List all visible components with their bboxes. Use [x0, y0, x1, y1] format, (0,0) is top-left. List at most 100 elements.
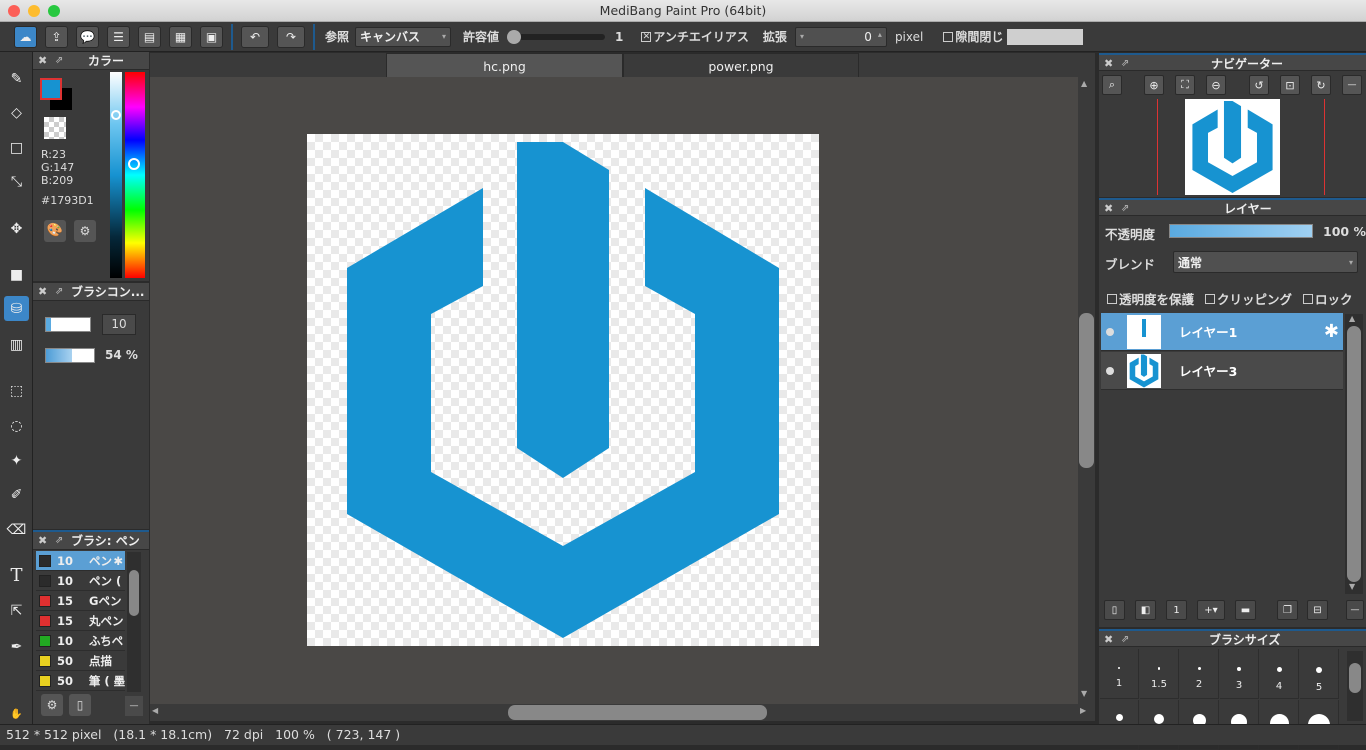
add-layer-menu-icon[interactable]: +▾ — [1197, 600, 1225, 620]
gap-close-checkbox[interactable]: 隙間閉じ — [943, 28, 1003, 45]
slider-handle[interactable] — [507, 29, 522, 44]
popout-icon[interactable]: ⇗ — [55, 52, 63, 70]
blend-select[interactable]: 通常 ▾ — [1173, 251, 1358, 273]
fit-screen-icon[interactable]: ⛶ — [1175, 75, 1195, 95]
brush-settings-gear-icon[interactable]: ✱ — [113, 554, 123, 568]
new-brush-icon[interactable]: ▯ — [69, 694, 91, 716]
canvas-horizontal-scrollbar[interactable]: ◀ ▶ — [150, 704, 1095, 721]
share-icon[interactable]: ⇪ — [45, 25, 68, 48]
palette-icon[interactable]: 🎨 — [44, 220, 66, 242]
close-icon[interactable]: ✖ — [38, 532, 47, 550]
brush-size-scrollbar[interactable] — [1347, 651, 1363, 721]
select-pen-tool-icon[interactable]: ✐ — [4, 482, 29, 507]
zoom-window-button[interactable] — [48, 5, 60, 17]
layer-visibility-icon[interactable] — [1106, 327, 1114, 336]
horizontal-scroll-thumb[interactable] — [508, 705, 767, 720]
new-halftone-layer-icon[interactable]: ◧ — [1135, 600, 1156, 620]
lightness-bar[interactable] — [110, 72, 122, 278]
layer-name[interactable]: レイヤー3 — [1179, 361, 1237, 380]
tolerance-slider[interactable] — [507, 29, 606, 44]
clipping-checkbox[interactable]: クリッピング — [1205, 289, 1292, 308]
brush-list-item[interactable]: 50 筆 ( 墨 — [36, 671, 125, 691]
zoom-out-icon[interactable]: ⊖ — [1206, 75, 1226, 95]
transparent-swatch[interactable] — [44, 117, 66, 139]
close-icon[interactable]: ✖ — [38, 283, 47, 301]
brush-size-cell[interactable]: 4 — [1260, 649, 1299, 699]
reset-view-icon[interactable]: ⊡ — [1280, 75, 1300, 95]
text-tool-icon[interactable]: T — [4, 563, 29, 588]
layer-visibility-icon[interactable] — [1106, 366, 1114, 375]
canvas-vertical-scrollbar[interactable]: ▲ ▼ — [1078, 77, 1095, 704]
gap-close-slider[interactable] — [1007, 28, 1084, 45]
undo-icon[interactable]: ↶ — [241, 25, 269, 48]
eyedropper-tool-icon[interactable]: ✒ — [4, 634, 29, 659]
brush-size-cell[interactable]: 5 — [1300, 649, 1339, 699]
lasso-tool-icon[interactable]: ◌ — [4, 413, 29, 438]
layer-opacity-slider[interactable] — [1169, 224, 1313, 238]
lock-checkbox[interactable]: ロック — [1303, 289, 1353, 308]
folder-icon[interactable]: ▬ — [1235, 600, 1256, 620]
reference-select[interactable]: キャンバス ▾ — [355, 26, 452, 47]
eraser-tool-icon[interactable]: ◇ — [4, 100, 29, 125]
layer-list-scrollbar[interactable]: ▲ ▼ — [1345, 314, 1363, 594]
operation-tool-icon[interactable]: ⇱ — [4, 598, 29, 623]
bucket-tool-icon[interactable]: ⛁ — [4, 296, 29, 321]
brush-size-slider[interactable] — [45, 317, 91, 332]
brush-list-item[interactable]: 15 丸ペン — [36, 611, 125, 631]
list-icon[interactable]: ▦ — [169, 25, 192, 48]
zoom-in-icon[interactable]: ⊕ — [1144, 75, 1164, 95]
popout-icon[interactable]: ⇗ — [55, 283, 63, 301]
minimize-window-button[interactable] — [28, 5, 40, 17]
antialias-checkbox[interactable]: ✕ アンチエイリアス — [641, 28, 749, 45]
select-eraser-tool-icon[interactable]: ⌫ — [4, 517, 29, 542]
select-tool-icon[interactable]: ⬚ — [4, 378, 29, 403]
new-layer-icon[interactable]: ▯ — [1104, 600, 1125, 620]
layer-menu-icon[interactable]: — — [1346, 600, 1364, 620]
layer-name[interactable]: レイヤー1 — [1179, 322, 1237, 341]
cloud-icon[interactable]: ☁ — [14, 25, 37, 48]
hue-bar[interactable] — [125, 72, 145, 278]
redo-icon[interactable]: ↷ — [277, 25, 305, 48]
add-brush-icon[interactable]: ⚙ — [41, 694, 63, 716]
shape-fill-tool-icon[interactable]: ■ — [4, 262, 29, 287]
magic-wand-tool-icon[interactable]: ✦ — [4, 448, 29, 473]
expand-stepper[interactable]: ▾ 0 ▴ — [794, 26, 887, 47]
brush-list-item[interactable]: 10 ペン ( — [36, 571, 125, 591]
new-1bit-layer-icon[interactable]: 1 — [1166, 600, 1187, 620]
tab-power[interactable]: power.png — [623, 53, 859, 77]
brush-size-cell[interactable]: 3 — [1220, 649, 1259, 699]
layer-row-1[interactable]: レイヤー1 ✱ — [1101, 313, 1343, 351]
checklist-icon[interactable]: ▣ — [200, 25, 223, 48]
comment-icon[interactable]: 💬 — [76, 25, 99, 48]
rotate-left-icon[interactable]: ↺ — [1249, 75, 1269, 95]
navigator-preview[interactable] — [1099, 99, 1344, 195]
brush-opacity-slider[interactable] — [45, 348, 95, 363]
brush-tool-icon[interactable]: ✎ — [4, 66, 29, 91]
brush-list-item[interactable]: 15 Gペン — [36, 591, 125, 611]
brush-menu-icon[interactable]: — — [125, 696, 143, 716]
layer-row-3[interactable]: レイヤー3 — [1101, 352, 1343, 390]
brush-list-item[interactable]: 50 点描 — [36, 651, 125, 671]
document-icon[interactable]: ▤ — [138, 25, 161, 48]
color-picker-icon[interactable]: ⚙ — [74, 220, 96, 242]
message-icon[interactable]: ☰ — [107, 25, 130, 48]
move-tool-icon[interactable]: ✥ — [4, 216, 29, 241]
line-tool-icon[interactable]: ⤡ — [4, 169, 29, 194]
merge-layer-icon[interactable]: ⊟ — [1307, 600, 1328, 620]
vertical-scroll-thumb[interactable] — [1079, 313, 1094, 468]
brush-list-item[interactable]: 10 ペン ✱ — [36, 551, 125, 571]
zoom-fit-icon[interactable]: ⌕ — [1102, 75, 1122, 95]
primary-color-swatch[interactable] — [40, 78, 62, 100]
navigator-menu-icon[interactable]: — — [1342, 75, 1362, 95]
canvas[interactable] — [307, 134, 819, 646]
duplicate-layer-icon[interactable]: ❐ — [1277, 600, 1298, 620]
brush-size-cell[interactable]: 2 — [1180, 649, 1219, 699]
protect-alpha-checkbox[interactable]: 透明度を保護 — [1107, 289, 1194, 308]
popout-icon[interactable]: ⇗ — [55, 532, 63, 550]
brush-size-cell[interactable]: 1.5 — [1140, 649, 1179, 699]
brush-size-value[interactable]: 10 — [102, 314, 136, 335]
rotate-right-icon[interactable]: ↻ — [1311, 75, 1331, 95]
layer-settings-gear-icon[interactable]: ✱ — [1324, 321, 1339, 342]
tab-hc[interactable]: hc.png — [386, 53, 623, 77]
brush-size-cell[interactable]: 1 — [1100, 649, 1139, 699]
